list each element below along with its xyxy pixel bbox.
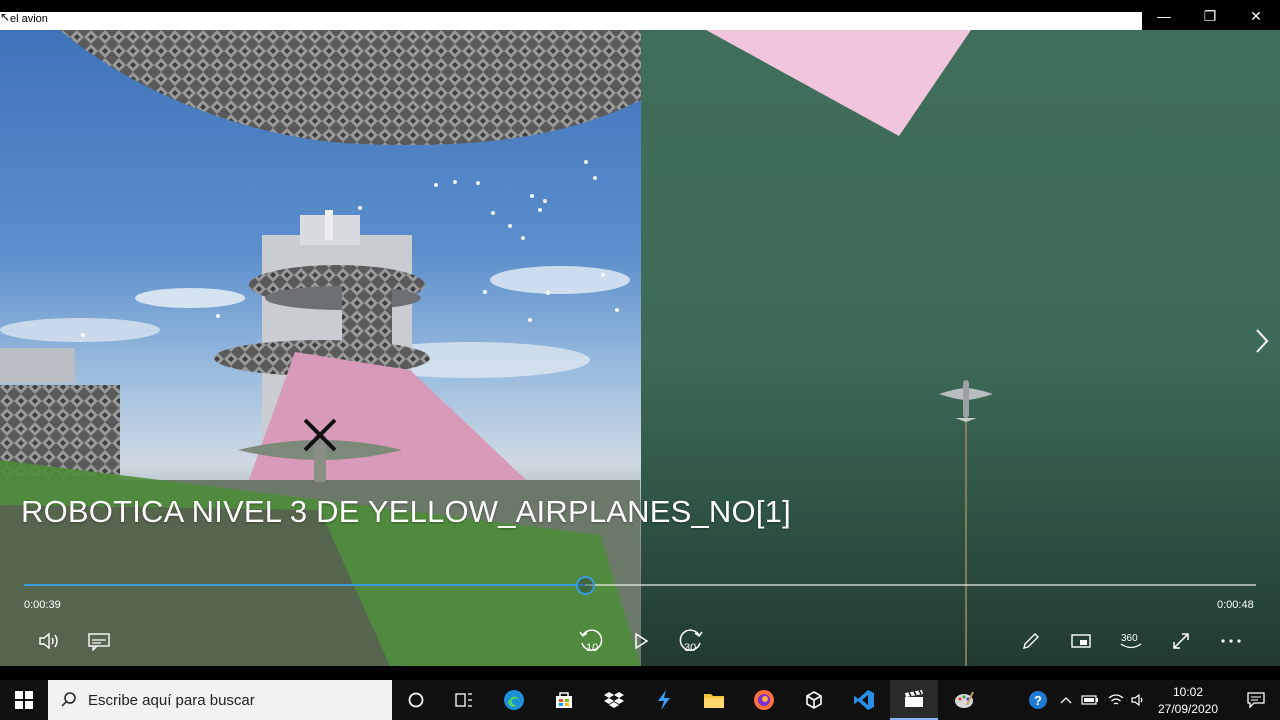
taskbar-file-explorer[interactable] (690, 680, 738, 720)
palette-icon (955, 691, 974, 708)
360-icon: 360 (1120, 633, 1142, 649)
taskbar: Escribe aquí para buscar ? 10:02 27/09/2… (0, 680, 1280, 720)
dropbox-icon (604, 692, 624, 708)
cortana-icon (408, 692, 424, 708)
task-view-icon (455, 693, 472, 707)
mini-view-button[interactable] (1066, 626, 1096, 656)
taskbar-vscode[interactable] (840, 680, 888, 720)
edit-button[interactable] (1016, 626, 1046, 656)
chevron-up-icon (1060, 697, 1072, 704)
search-placeholder: Escribe aquí para buscar (88, 692, 255, 709)
firefox-icon (754, 690, 774, 710)
fast-forward-icon: 30 (679, 629, 703, 654)
skip-forward-label: 30 (684, 642, 696, 654)
seek-bar-progress (24, 584, 585, 586)
current-time: 0:00:39 (24, 599, 61, 611)
unity-icon (806, 691, 822, 709)
taskbar-paint[interactable] (940, 680, 988, 720)
video-surface[interactable]: ↖ el avion — ❐ ✕ ROBOTICA NIVEL 3 DE YEL… (0, 0, 1280, 680)
clapperboard-icon (905, 690, 923, 707)
taskbar-unity[interactable] (790, 680, 838, 720)
skip-forward-button[interactable]: 30 (676, 626, 706, 656)
help-tray-button[interactable]: ? (1016, 680, 1060, 720)
more-dots-icon (1221, 639, 1241, 643)
pencil-icon (1023, 633, 1039, 649)
video-title: ROBOTICA NIVEL 3 DE YELLOW_AIRPLANES_NO[… (21, 494, 791, 529)
task-view-button[interactable] (440, 680, 488, 720)
minimize-button[interactable]: — (1141, 4, 1187, 28)
left-scene-art (0, 30, 641, 666)
svg-text:?: ? (1034, 693, 1042, 708)
taskbar-movies-tv[interactable] (890, 680, 938, 720)
video-left-scene (0, 30, 641, 666)
window-title: el avion (10, 13, 48, 25)
taskbar-search[interactable]: Escribe aquí para buscar (48, 680, 392, 720)
video-right-scene (641, 30, 1280, 666)
action-center-button[interactable] (1232, 680, 1280, 720)
speaker-icon (39, 632, 58, 650)
wifi-icon (1108, 694, 1124, 705)
expand-icon (1173, 633, 1189, 649)
clock-date: 27/09/2020 (1157, 702, 1219, 716)
right-airplane (939, 380, 993, 422)
cortana-button[interactable] (392, 680, 440, 720)
subtitles-button[interactable] (84, 626, 114, 656)
speaker-tray-icon (1131, 693, 1143, 707)
restore-button[interactable]: ❐ (1187, 4, 1233, 28)
vscode-icon (854, 690, 874, 710)
seek-bar[interactable] (24, 576, 1256, 595)
windows-logo-icon (15, 691, 33, 709)
notifications-icon (1247, 692, 1265, 708)
taskbar-firefox[interactable] (740, 680, 788, 720)
title-strip (0, 12, 1142, 30)
next-video-button[interactable] (1254, 328, 1270, 359)
skip-back-label: 10 (586, 642, 598, 654)
seek-bar-thumb[interactable] (575, 576, 595, 595)
more-button[interactable] (1216, 626, 1246, 656)
edge-browser-icon (504, 690, 524, 710)
rewind-icon: 10 (579, 629, 603, 654)
wifi-tray-button[interactable] (1104, 680, 1128, 720)
clock-time: 10:02 (1172, 685, 1204, 699)
subtitles-icon (88, 633, 110, 651)
taskbar-store[interactable] (540, 680, 588, 720)
total-time: 0:00:48 (1217, 599, 1254, 611)
back-arrow-icon[interactable]: ↖ (0, 10, 10, 24)
taskbar-clock[interactable]: 10:02 27/09/2020 (1150, 684, 1226, 718)
close-button[interactable]: ✕ (1233, 4, 1279, 28)
help-icon: ? (1029, 691, 1047, 709)
play-button[interactable] (626, 626, 656, 656)
battery-tray-button[interactable] (1078, 680, 1102, 720)
folder-icon (704, 694, 724, 708)
mini-view-icon (1071, 634, 1091, 648)
view-360-button[interactable]: 360 (1116, 626, 1146, 656)
play-icon (635, 632, 649, 650)
battery-icon (1081, 695, 1098, 705)
start-button[interactable] (0, 680, 48, 720)
lightning-bolt-icon (658, 690, 670, 710)
chevron-right-icon (1256, 329, 1269, 353)
view-360-label: 360 (1121, 633, 1138, 644)
skip-back-button[interactable]: 10 (576, 626, 606, 656)
show-hidden-icons-button[interactable] (1056, 680, 1076, 720)
volume-tray-button[interactable] (1126, 680, 1150, 720)
taskbar-bolt-app[interactable] (640, 680, 688, 720)
fullscreen-button[interactable] (1166, 626, 1196, 656)
search-icon (61, 692, 76, 707)
taskbar-edge[interactable] (490, 680, 538, 720)
taskbar-dropbox[interactable] (590, 680, 638, 720)
volume-button[interactable] (34, 626, 64, 656)
store-icon (556, 692, 572, 708)
right-scene-art (706, 30, 993, 666)
